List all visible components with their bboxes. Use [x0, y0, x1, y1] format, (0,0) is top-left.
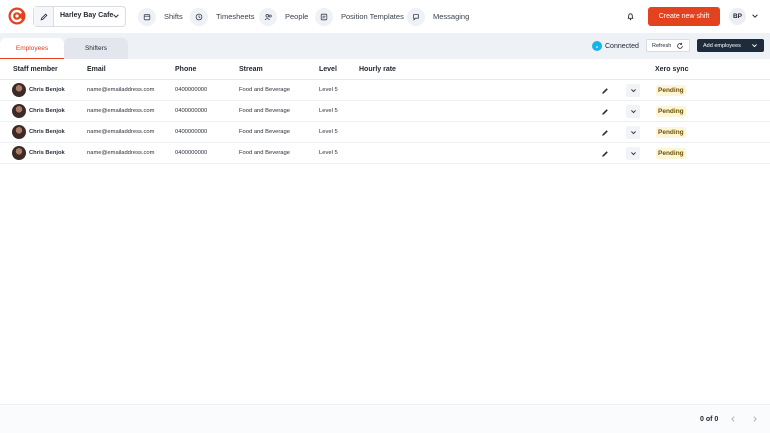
tab-employees[interactable]: Employees — [0, 38, 64, 59]
stream-cell: Food and Beverage — [239, 87, 290, 93]
phone-cell: 0400000000 — [175, 129, 208, 135]
email-cell: name@emailaddress.com — [87, 150, 155, 156]
status-badge: Pending — [656, 85, 686, 96]
column-header-stream[interactable]: Stream — [239, 66, 263, 73]
pagination-count: 0 of 0 — [700, 416, 719, 423]
message-icon — [407, 7, 425, 26]
nav-shifts-label: Shifts — [164, 12, 183, 21]
status-badge: Pending — [656, 106, 686, 117]
connection-status-label: Connected — [605, 42, 639, 50]
add-employees-label: Add employees — [703, 42, 741, 49]
stream-cell: Food and Beverage — [239, 150, 290, 156]
phone-cell: 0400000000 — [175, 150, 208, 156]
column-header-phone[interactable]: Phone — [175, 66, 196, 73]
table-row[interactable]: Chris Benjok name@emailaddress.com 04000… — [0, 80, 770, 101]
chevron-down-icon[interactable] — [626, 105, 640, 118]
refresh-icon — [677, 42, 683, 49]
email-cell: name@emailaddress.com — [87, 87, 155, 93]
bell-icon[interactable] — [621, 7, 639, 25]
status-badge: Pending — [656, 127, 686, 138]
pencil-icon[interactable] — [598, 84, 611, 97]
column-header-staff[interactable]: Staff member — [13, 66, 58, 73]
nav-shifts[interactable]: Shifts — [138, 7, 183, 26]
avatar — [12, 104, 26, 118]
venue-selector[interactable]: Harley Bay Cafe — [33, 6, 126, 27]
template-icon — [315, 7, 333, 26]
staff-name: Chris Benjok — [29, 129, 65, 135]
nav-people-label: People — [285, 12, 309, 21]
avatar — [12, 125, 26, 139]
status-badge: Pending — [656, 148, 686, 159]
pagination-bar: 0 of 0 — [0, 404, 770, 433]
avatar — [12, 146, 26, 160]
pencil-icon[interactable] — [598, 126, 611, 139]
table-row[interactable]: Chris Benjok name@emailaddress.com 04000… — [0, 101, 770, 122]
pencil-icon[interactable] — [34, 7, 54, 26]
table-row[interactable]: Chris Benjok name@emailaddress.com 04000… — [0, 143, 770, 164]
phone-cell: 0400000000 — [175, 108, 208, 114]
stream-cell: Food and Beverage — [239, 129, 290, 135]
column-header-xero-sync[interactable]: Xero sync — [655, 66, 688, 73]
chevron-right-icon[interactable] — [751, 415, 759, 423]
pencil-icon[interactable] — [598, 105, 611, 118]
venue-name: Harley Bay Cafe — [60, 12, 114, 19]
xero-connection-status: x Connected — [592, 41, 639, 51]
create-new-shift-button[interactable]: Create new shift — [648, 7, 720, 26]
nav-timesheets-label: Timesheets — [216, 12, 255, 21]
chevron-down-icon[interactable] — [626, 126, 640, 139]
nav-position-templates-label: Position Templates — [341, 12, 404, 21]
chevron-down-icon[interactable] — [751, 12, 759, 20]
chevron-down-icon — [113, 14, 119, 18]
nav-people[interactable]: People — [259, 7, 308, 26]
staff-name: Chris Benjok — [29, 150, 65, 156]
nav-position-templates[interactable]: Position Templates — [315, 7, 404, 26]
column-header-level[interactable]: Level — [319, 66, 337, 73]
level-cell: Level 5 — [319, 108, 338, 114]
nav-messaging[interactable]: Messaging — [407, 7, 469, 26]
stream-cell: Food and Beverage — [239, 108, 290, 114]
user-avatar[interactable]: BP — [729, 8, 746, 25]
avatar — [12, 83, 26, 97]
column-header-email[interactable]: Email — [87, 66, 106, 73]
nav-timesheets[interactable]: Timesheets — [190, 7, 255, 26]
column-header-hourly-rate[interactable]: Hourly rate — [359, 66, 396, 73]
level-cell: Level 5 — [319, 129, 338, 135]
staff-name: Chris Benjok — [29, 108, 65, 114]
chevron-left-icon[interactable] — [729, 415, 737, 423]
refresh-button[interactable]: Refresh — [646, 39, 690, 52]
table-header: Staff member Email Phone Stream Level Ho… — [0, 59, 770, 80]
refresh-label: Refresh — [652, 42, 672, 49]
staff-name: Chris Benjok — [29, 87, 65, 93]
top-navigation: Harley Bay Cafe Shifts Timesheets People… — [0, 0, 770, 33]
chevron-down-icon[interactable] — [626, 147, 640, 160]
logo-icon[interactable] — [8, 7, 26, 25]
email-cell: name@emailaddress.com — [87, 108, 155, 114]
calendar-icon — [138, 7, 156, 26]
tab-shifters[interactable]: Shifters — [64, 38, 128, 59]
level-cell: Level 5 — [319, 87, 338, 93]
email-cell: name@emailaddress.com — [87, 129, 155, 135]
table-row[interactable]: Chris Benjok name@emailaddress.com 04000… — [0, 122, 770, 143]
phone-cell: 0400000000 — [175, 87, 208, 93]
clock-icon — [190, 7, 208, 26]
level-cell: Level 5 — [319, 150, 338, 156]
people-icon — [259, 7, 277, 26]
chevron-down-icon[interactable] — [626, 84, 640, 97]
pencil-icon[interactable] — [598, 147, 611, 160]
xero-icon: x — [592, 41, 602, 51]
chevron-down-icon — [752, 44, 757, 48]
add-employees-button[interactable]: Add employees — [697, 39, 764, 52]
nav-messaging-label: Messaging — [433, 12, 470, 21]
